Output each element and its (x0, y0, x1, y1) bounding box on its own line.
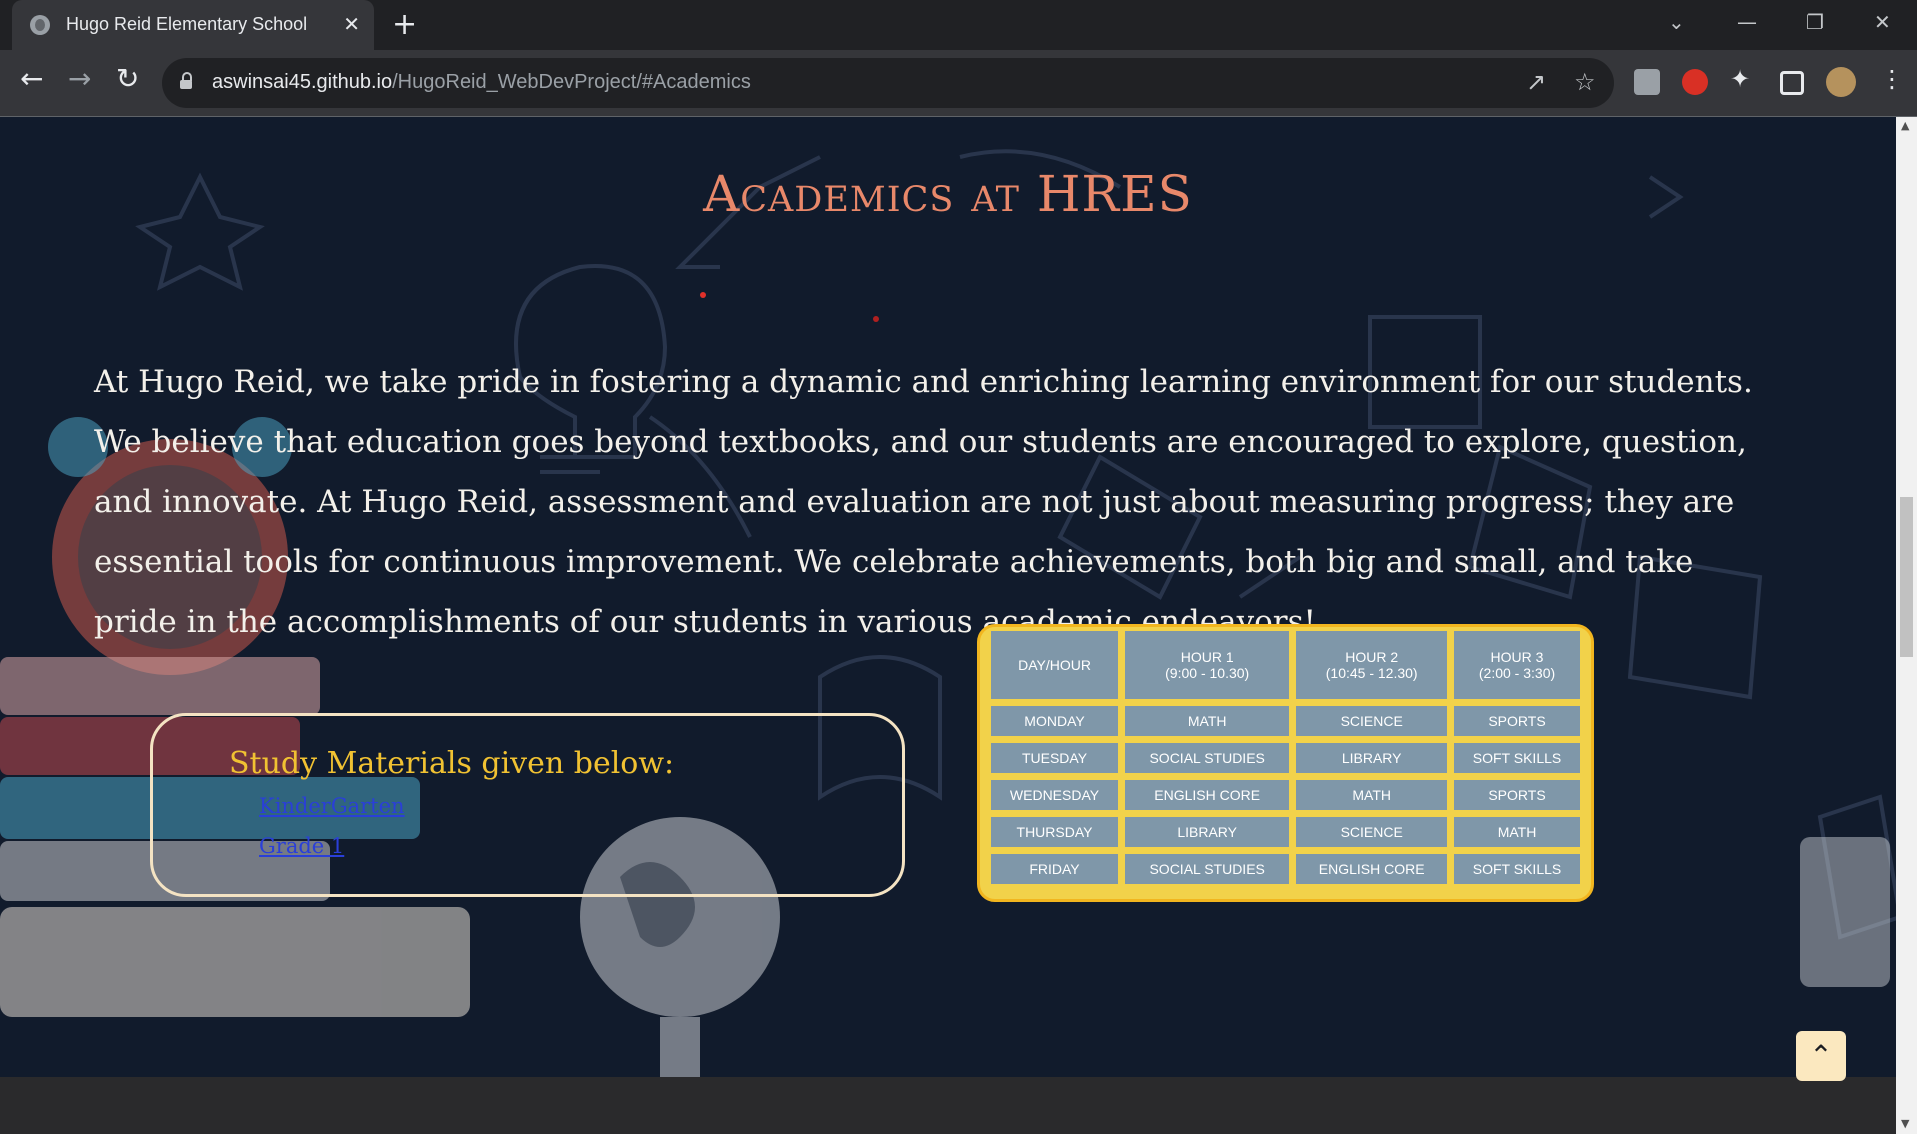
chevron-double-up-icon: ⌃ (1809, 1039, 1833, 1072)
table-cell: SOFT SKILLS (1454, 743, 1580, 773)
scroll-up-arrow-icon[interactable]: ▲ (1901, 119, 1909, 132)
bookmark-star-icon[interactable]: ☆ (1574, 68, 1596, 96)
forward-icon[interactable]: → (68, 64, 91, 94)
puzzle-icon[interactable]: ✦ (1730, 64, 1750, 94)
intro-paragraph: At Hugo Reid, we take pride in fostering… (94, 364, 1753, 640)
close-tab-icon[interactable]: ✕ (343, 12, 360, 36)
avatar[interactable] (1826, 67, 1856, 97)
study-materials-box: Study Materials given below: KinderGarte… (150, 713, 905, 897)
table-cell: SOCIAL STUDIES (1125, 743, 1290, 773)
table-cell: SPORTS (1454, 706, 1580, 736)
grade-1-link[interactable]: Grade 1 (259, 834, 344, 858)
share-icon[interactable]: ↗ (1526, 68, 1546, 96)
reload-icon[interactable]: ↻ (116, 64, 139, 94)
table-row: TUESDAY SOCIAL STUDIES LIBRARY SOFT SKIL… (991, 743, 1580, 773)
table-row: MONDAY MATH SCIENCE SPORTS (991, 706, 1580, 736)
restore-icon[interactable]: ❐ (1806, 10, 1824, 34)
table-cell: SOFT SKILLS (1454, 854, 1580, 884)
kindergarten-link[interactable]: KinderGarten (259, 794, 405, 818)
table-cell: TUESDAY (991, 743, 1119, 773)
table-row: FRIDAY SOCIAL STUDIES ENGLISH CORE SOFT … (991, 854, 1580, 884)
scrollbar-thumb[interactable] (1900, 497, 1913, 657)
header-cell: HOUR 3 (2:00 - 3:30) (1454, 631, 1580, 699)
side-panel-icon[interactable] (1780, 71, 1804, 95)
table-cell: SOCIAL STUDIES (1125, 854, 1290, 884)
table-cell: LIBRARY (1125, 817, 1290, 847)
url-text[interactable]: aswinsai45.github.io/HugoReid_WebDevProj… (212, 71, 751, 94)
study-materials-title: Study Materials given below: (229, 746, 675, 781)
table-row: THURSDAY LIBRARY SCIENCE MATH (991, 817, 1580, 847)
browser-toolbar: ← → ↻ aswinsai45.github.io/HugoReid_WebD… (0, 50, 1917, 117)
table-cell: SCIENCE (1296, 817, 1448, 847)
table-cell: THURSDAY (991, 817, 1119, 847)
timetable: DAY/HOUR HOUR 1 (9:00 - 10.30) HOUR 2 (1… (977, 624, 1594, 902)
browser-tab[interactable]: Hugo Reid Elementary School ✕ (12, 0, 374, 50)
scroll-to-top-button[interactable]: ⌃ (1796, 1031, 1846, 1081)
section-heading: Academics at HRES (703, 165, 1193, 223)
globe-icon (30, 15, 50, 35)
new-tab-button[interactable]: + (392, 9, 417, 41)
academics-section: Academics at HRES At Hugo Reid, we take … (0, 117, 1896, 1134)
timetable-table: DAY/HOUR HOUR 1 (9:00 - 10.30) HOUR 2 (1… (984, 624, 1587, 891)
timetable-header-row: DAY/HOUR HOUR 1 (9:00 - 10.30) HOUR 2 (1… (991, 631, 1580, 699)
header-cell: HOUR 2 (10:45 - 12.30) (1296, 631, 1448, 699)
header-cell: DAY/HOUR (991, 631, 1119, 699)
minimize-icon[interactable]: — (1737, 10, 1757, 34)
table-cell: LIBRARY (1296, 743, 1448, 773)
lock-icon (180, 72, 192, 89)
table-cell: ENGLISH CORE (1125, 780, 1290, 810)
table-row: WEDNESDAY ENGLISH CORE MATH SPORTS (991, 780, 1580, 810)
table-cell: WEDNESDAY (991, 780, 1119, 810)
menu-icon[interactable]: ⋮ (1880, 64, 1904, 94)
extension-icon[interactable] (1634, 69, 1660, 95)
table-cell: MONDAY (991, 706, 1119, 736)
table-cell: MATH (1125, 706, 1290, 736)
tab-search-icon[interactable]: ⌄ (1668, 10, 1685, 34)
address-bar[interactable]: aswinsai45.github.io/HugoReid_WebDevProj… (162, 58, 1614, 108)
tab-bar: Hugo Reid Elementary School ✕ + ⌄ — ❐ ✕ (0, 0, 1917, 50)
footer-strip (0, 1077, 1896, 1134)
adblock-icon[interactable] (1682, 69, 1708, 95)
table-cell: MATH (1454, 817, 1580, 847)
header-cell: HOUR 1 (9:00 - 10.30) (1125, 631, 1290, 699)
table-cell: ENGLISH CORE (1296, 854, 1448, 884)
back-icon[interactable]: ← (20, 64, 43, 94)
tab-title: Hugo Reid Elementary School (66, 14, 308, 34)
close-window-icon[interactable]: ✕ (1874, 10, 1891, 34)
table-cell: SCIENCE (1296, 706, 1448, 736)
table-cell: FRIDAY (991, 854, 1119, 884)
scroll-down-arrow-icon[interactable]: ▼ (1901, 1117, 1909, 1130)
table-cell: MATH (1296, 780, 1448, 810)
table-cell: SPORTS (1454, 780, 1580, 810)
page-scrollbar[interactable]: ▲ ▼ (1896, 117, 1917, 1134)
